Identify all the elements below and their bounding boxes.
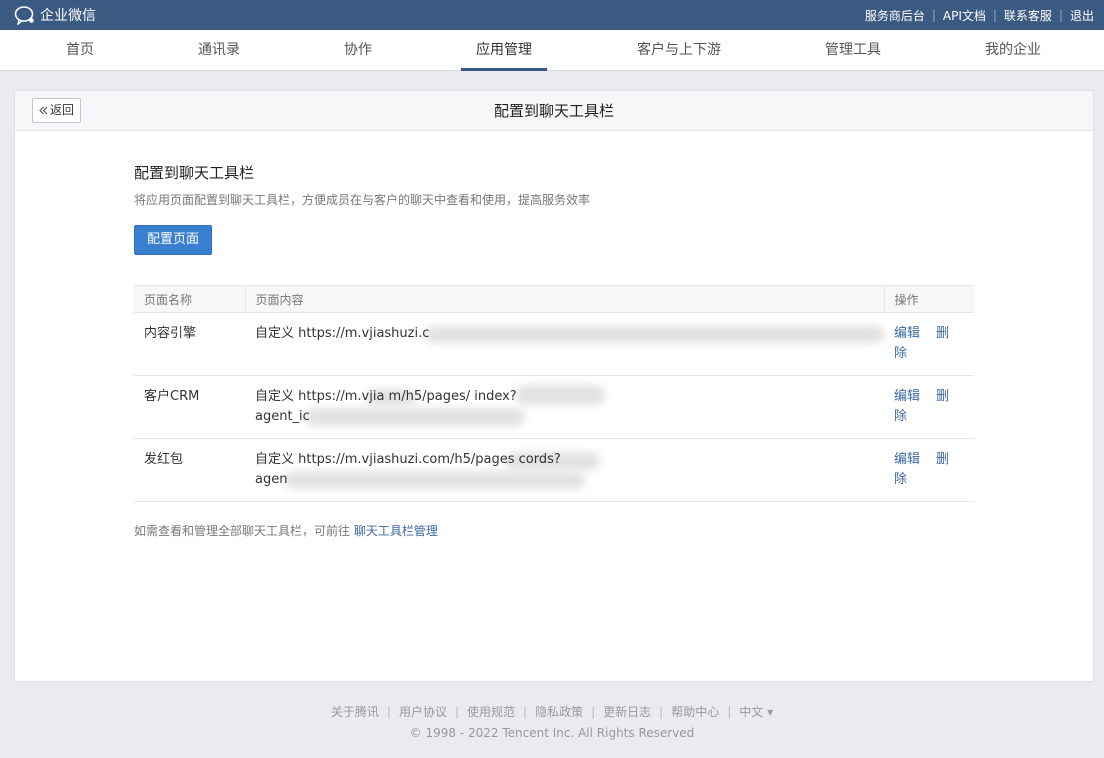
row-actions: 编辑 删除 (884, 438, 974, 502)
api-docs-link[interactable]: API文档 (943, 7, 986, 24)
row-page-content: 自定义 https://m.vjia m/h5/pages/ index? ag… (245, 375, 884, 439)
logout-link[interactable]: 退出 (1070, 7, 1094, 24)
section-description: 将应用页面配置到聊天工具栏，方便成员在与客户的聊天中查看和使用，提高服务效率 (134, 193, 591, 207)
page-content-text: 自定义 https://m.vjia m/h5/pages/ index? ag… (255, 385, 874, 427)
edit-link[interactable]: 编辑 (894, 326, 920, 341)
bottom-note: 如需查看和管理全部聊天工具栏，可前往 聊天工具栏管理 (134, 522, 974, 539)
table-row: 发红包 自定义 https://m.vjiashuzi.com/h5/pages… (134, 438, 974, 502)
nav-customers[interactable]: 客户与上下游 (637, 30, 721, 70)
row-actions: 编辑 删除 (884, 312, 974, 376)
redacted-blur (425, 326, 885, 343)
toolbar-management-link[interactable]: 聊天工具栏管理 (354, 524, 438, 538)
divider: | (523, 704, 528, 719)
header-page-name: 页面名称 (134, 285, 245, 313)
toolbar-pages-table: 页面名称 页面内容 操作 内容引擎 自定义 https://m.vjiashuz… (134, 285, 974, 502)
nav-collaboration[interactable]: 协作 (344, 30, 372, 70)
header-page-content: 页面内容 (244, 285, 884, 313)
top-links: 服务商后台 | API文档 | 联系客服 | 退出 (865, 7, 1094, 24)
configure-page-button[interactable]: 配置页面 (134, 225, 213, 255)
table-row: 内容引擎 自定义 https://m.vjiashuzi.c 编辑 删除 (134, 312, 974, 376)
card-header: 返回 配置到聊天工具栏 (15, 91, 1093, 131)
note-text: 如需查看和管理全部聊天工具栏，可前往 (134, 524, 351, 538)
row-page-name: 客户CRM (134, 375, 245, 439)
section-title: 配置到聊天工具栏 (134, 164, 255, 182)
divider: | (659, 704, 664, 719)
footer-changelog[interactable]: 更新日志 (603, 703, 651, 720)
card-title: 配置到聊天工具栏 (493, 102, 614, 120)
divider: | (1058, 8, 1063, 22)
brand-name: 企业微信 (40, 8, 96, 24)
provider-admin-link[interactable]: 服务商后台 (865, 7, 925, 24)
config-card: 返回 配置到聊天工具栏 配置到聊天工具栏 将应用页面配置到聊天工具栏，方便成员在… (14, 90, 1094, 682)
config-section: 配置到聊天工具栏 将应用页面配置到聊天工具栏，方便成员在与客户的聊天中查看和使用… (134, 162, 974, 539)
footer-help-center[interactable]: 帮助中心 (671, 703, 719, 720)
row-page-content: 自定义 https://m.vjiashuzi.com/h5/pages cor… (245, 438, 884, 502)
divider: | (591, 704, 596, 719)
nav-app-management[interactable]: 应用管理 (461, 30, 547, 71)
brand[interactable]: 企业微信 (14, 5, 96, 25)
copyright: © 1998 - 2022 Tencent Inc. All Rights Re… (409, 726, 695, 740)
row-page-name: 内容引擎 (134, 312, 245, 376)
footer-about-tencent[interactable]: 关于腾讯 (331, 703, 379, 720)
edit-link[interactable]: 编辑 (894, 389, 920, 404)
edit-link[interactable]: 编辑 (894, 452, 920, 467)
row-page-content: 自定义 https://m.vjiashuzi.c (245, 312, 885, 376)
row-page-name: 发红包 (134, 438, 245, 502)
row-actions: 编辑 删除 (884, 375, 974, 439)
divider: | (454, 704, 460, 719)
page-content-text: 自定义 https://m.vjiashuzi.com/h5/pages cor… (255, 450, 874, 490)
nav-contacts[interactable]: 通讯录 (198, 30, 240, 70)
divider: | (727, 704, 732, 719)
main-nav: 首页 通讯录 协作 应用管理 客户与上下游 管理工具 我的企业 (0, 30, 1104, 71)
nav-admin-tools[interactable]: 管理工具 (825, 30, 881, 70)
table-header-row: 页面名称 页面内容 操作 (134, 285, 974, 313)
divider: | (386, 704, 391, 719)
contact-support-link[interactable]: 联系客服 (1004, 7, 1052, 24)
footer: 关于腾讯 | 用户协议 | 使用规范 | 隐私政策 | 更新日志 | 帮助中心 … (0, 703, 1104, 741)
footer-privacy-policy[interactable]: 隐私政策 (535, 703, 583, 720)
page-content-text: 自定义 https://m.vjiashuzi.c (255, 324, 885, 344)
divider: | (992, 8, 997, 22)
nav-my-enterprise[interactable]: 我的企业 (985, 30, 1041, 70)
language-select[interactable]: 中文 ▾ (739, 703, 773, 720)
top-bar: 企业微信 服务商后台 | API文档 | 联系客服 | 退出 (0, 0, 1104, 30)
nav-home[interactable]: 首页 (66, 30, 94, 70)
divider: | (931, 8, 936, 22)
footer-user-agreement[interactable]: 用户协议 (399, 703, 447, 720)
wecom-logo-icon (14, 6, 34, 25)
table-row: 客户CRM 自定义 https://m.vjia m/h5/pages/ ind… (134, 375, 974, 439)
footer-usage-rules[interactable]: 使用规范 (467, 703, 515, 720)
footer-links: 关于腾讯 | 用户协议 | 使用规范 | 隐私政策 | 更新日志 | 帮助中心 … (0, 703, 1104, 720)
header-actions: 操作 (883, 285, 974, 313)
